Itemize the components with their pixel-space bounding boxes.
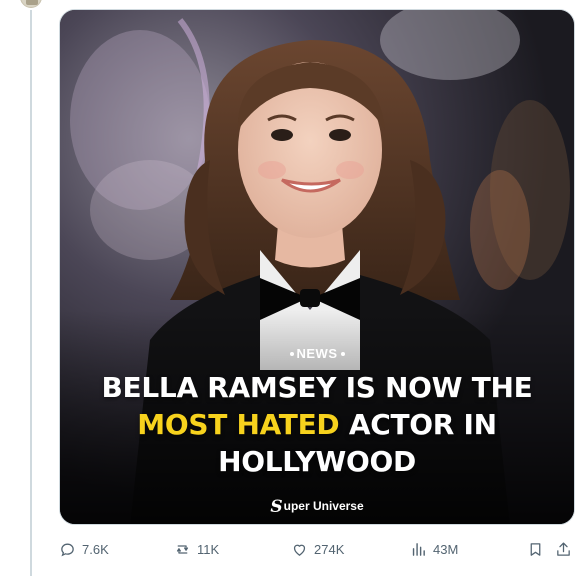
author-avatar[interactable] xyxy=(20,0,42,8)
repost-count: 11K xyxy=(197,541,220,557)
brand-logo-mark: S xyxy=(270,497,283,517)
reply-button[interactable]: 7.6K xyxy=(59,538,109,560)
repost-button[interactable]: 11K xyxy=(174,538,219,560)
brand-text: uper Universe xyxy=(283,499,364,513)
action-bar: 7.6K 11K 274K 43M xyxy=(59,538,575,560)
tweet: NEWS BELLA RAMSEY IS NOW THE MOST HATED … xyxy=(0,0,587,576)
share-icon xyxy=(557,541,570,556)
bookmark-button[interactable] xyxy=(527,538,544,560)
kicker-text: NEWS xyxy=(296,346,338,361)
like-count: 274K xyxy=(314,541,345,557)
views-chart-icon xyxy=(412,542,425,556)
headline-line-1: BELLA RAMSEY IS NOW THE xyxy=(101,371,533,404)
reply-icon xyxy=(61,543,74,556)
kicker-dot-left xyxy=(289,351,294,356)
share-button[interactable] xyxy=(555,538,572,560)
post-image[interactable]: NEWS BELLA RAMSEY IS NOW THE MOST HATED … xyxy=(59,9,575,525)
headline: BELLA RAMSEY IS NOW THE MOST HATED ACTOR… xyxy=(60,369,574,480)
like-button[interactable]: 274K xyxy=(291,538,344,560)
headline-line-2: MOST HATED ACTOR IN xyxy=(60,406,574,443)
news-kicker: NEWS xyxy=(60,346,574,361)
reply-count: 7.6K xyxy=(82,541,109,557)
headline-highlight: MOST HATED xyxy=(137,408,340,441)
kicker-dot-right xyxy=(340,351,345,356)
views-count: 43M xyxy=(433,541,459,557)
brand-watermark: Super Universe xyxy=(60,497,574,517)
repost-icon xyxy=(176,544,189,554)
bookmark-icon xyxy=(530,542,541,556)
heart-icon xyxy=(293,544,306,556)
headline-line-2-rest: ACTOR IN xyxy=(348,408,497,441)
headline-line-3: HOLLYWOOD xyxy=(218,445,416,478)
image-caption: NEWS BELLA RAMSEY IS NOW THE MOST HATED … xyxy=(60,346,574,480)
thread-line xyxy=(30,10,32,576)
views-button[interactable]: 43M xyxy=(410,538,458,560)
